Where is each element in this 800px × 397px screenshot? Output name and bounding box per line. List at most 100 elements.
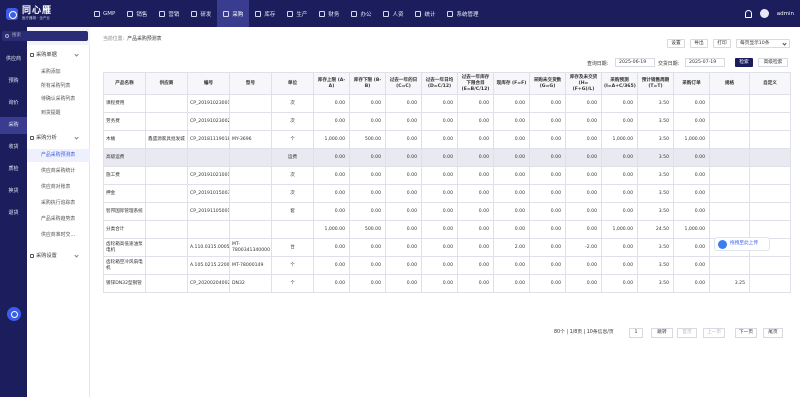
- prev-page-button[interactable]: 上一页: [703, 328, 725, 338]
- topnav-item-10[interactable]: 统计: [409, 0, 441, 27]
- advanced-search-button[interactable]: 高级检索: [758, 58, 788, 67]
- sidebar-item-1[interactable]: 预购: [0, 73, 27, 90]
- column-header[interactable]: 采购预测 (I=A+C/365): [601, 72, 638, 95]
- submenu-item[interactable]: 产品采购趋势表: [27, 213, 90, 226]
- topnav-item-8[interactable]: 办公: [345, 0, 377, 27]
- export-button[interactable]: 导出: [690, 39, 708, 48]
- topnav-item-4[interactable]: 采购: [217, 0, 250, 27]
- table-cell: 0.00: [421, 202, 458, 221]
- query-date-input[interactable]: 2025-06-19: [615, 58, 655, 67]
- column-header[interactable]: 产品名称: [103, 72, 146, 95]
- topnav-item-0[interactable]: GMP: [88, 0, 121, 27]
- topnav-item-6[interactable]: 生产: [281, 0, 313, 27]
- sidebar-item-0[interactable]: 供应商: [0, 51, 27, 68]
- sidebar-item-6[interactable]: 换货: [0, 183, 27, 200]
- table-cell: 0.00: [313, 112, 350, 131]
- column-header[interactable]: 库存上限 (A-A): [313, 72, 350, 95]
- sidebar-item-7[interactable]: 退货: [0, 205, 27, 222]
- column-header[interactable]: 库存及未交货 (H=(F+G)/L): [565, 72, 602, 95]
- table-cell: [749, 202, 791, 221]
- table-cell: 0.00: [421, 220, 458, 239]
- submenu-item[interactable]: 到货提醒: [27, 107, 90, 120]
- bell-icon[interactable]: [744, 9, 752, 18]
- table-cell: 0.00: [673, 238, 710, 257]
- table-row[interactable]: 分类合计 1,000.00 500.00 0.00 0.00 0.00 0.00 0.00 0.…: [103, 220, 791, 239]
- table-cell: CP_20200204002: [187, 274, 230, 293]
- submenu-item[interactable]: 所有采购列表: [27, 80, 90, 93]
- topnav-item-9[interactable]: 人资: [377, 0, 409, 27]
- table-row[interactable]: 高级运费 运费 0.00 0.00 0.00 0.00 0.00 0.00 0.00 0.00 0.…: [103, 148, 791, 167]
- brand-name: 同心雁: [22, 6, 53, 16]
- submenu-item[interactable]: 采购添加: [27, 66, 90, 79]
- column-header[interactable]: 规格: [709, 72, 750, 95]
- table-row[interactable]: 齿轮箱高低速油泵电机 A.110.0315.00055 MT-78003413400…: [103, 238, 791, 257]
- submenu-item[interactable]: 待确认采购列表: [27, 93, 90, 106]
- table-row[interactable]: 木桶 鑫盛源家具批发城 CP_20181119018 MY-3696 个 1,000.00…: [103, 130, 791, 149]
- column-header[interactable]: 过去一年的日 (C=C): [385, 72, 422, 95]
- column-header[interactable]: 过去一年库存下限合目 (E=B/C/12): [457, 72, 494, 95]
- nav-icon: [191, 10, 198, 17]
- topnav-item-2[interactable]: 营销: [153, 0, 185, 27]
- table-cell: [709, 166, 750, 185]
- delivery-date-label: 交货日期:: [658, 61, 680, 67]
- table-row[interactable]: 课程费用 CP_20191023001 次 0.00 0.00 0.00 0.00 0.00 0…: [103, 94, 791, 113]
- jump-button[interactable]: 跳转: [651, 328, 673, 338]
- column-header[interactable]: 自定义: [749, 72, 791, 95]
- avatar[interactable]: [759, 9, 769, 18]
- table-cell: [187, 220, 230, 239]
- topnav-item-7[interactable]: 财务: [313, 0, 345, 27]
- column-header[interactable]: 采购订单: [673, 72, 710, 95]
- topnav-item-3[interactable]: 研发: [185, 0, 217, 27]
- search-button[interactable]: 检索: [735, 58, 753, 67]
- cloud-upload-icon: [718, 240, 727, 249]
- username[interactable]: admin: [777, 11, 794, 17]
- table-row[interactable]: 劳务费 CP_20191023002 次 0.00 0.00 0.00 0.00 0.00 0.…: [103, 112, 791, 131]
- upload-float-button[interactable]: 拖拽至此上传: [714, 237, 770, 251]
- table-row[interactable]: 智邦国际管理系统 CP_20191105001 套 0.00 0.00 0.00 0.00 0…: [103, 202, 791, 221]
- sidebar-search-input[interactable]: 搜索: [2, 31, 88, 41]
- nav-icon: [94, 10, 100, 17]
- table-cell: 2.00: [493, 238, 530, 257]
- page-size-select[interactable]: 每页显示10条: [736, 39, 790, 48]
- submenu-item[interactable]: 产品采购预测表: [27, 149, 90, 162]
- print-button[interactable]: 打印: [713, 39, 731, 48]
- table-row[interactable]: 齿轮箱空冷风扇电机 A.105.0215.22007 MT-78000149 个 0.0…: [103, 256, 791, 275]
- table-row[interactable]: 施工费 CP_20191021001 次 0.00 0.00 0.00 0.00 0.00 0.…: [103, 166, 791, 185]
- submenu-group-analysis[interactable]: 采购分析: [27, 132, 90, 144]
- column-header[interactable]: 供应商: [145, 72, 188, 95]
- column-header[interactable]: 现库存 (F=F): [493, 72, 530, 95]
- sidebar-item-4[interactable]: 收货: [0, 139, 27, 156]
- next-page-button[interactable]: 下一页: [735, 328, 757, 338]
- page-number-input[interactable]: 1: [629, 328, 643, 338]
- column-header[interactable]: 预计销售周期 (T=T): [637, 72, 674, 95]
- column-header[interactable]: 型号: [229, 72, 272, 95]
- sidebar-item-5[interactable]: 质检: [0, 161, 27, 178]
- column-header[interactable]: 采购未交货数 (G=G): [529, 72, 566, 95]
- column-header[interactable]: 编号: [187, 72, 230, 95]
- table-row[interactable]: 押金 CP_20191015003 次 0.00 0.00 0.00 0.00 0.00 0.0…: [103, 184, 791, 203]
- sidebar-item-2[interactable]: 询价: [0, 95, 27, 112]
- submenu-item[interactable]: 采购执行追踪表: [27, 197, 90, 210]
- topnav-item-5[interactable]: 库存: [249, 0, 281, 27]
- submenu-group-settings[interactable]: 采购设置: [27, 250, 90, 262]
- submenu-item[interactable]: 供应商采购统计: [27, 165, 90, 178]
- delivery-date-input[interactable]: 2025-07-19: [685, 58, 725, 67]
- submenu-item[interactable]: 供应商对账表: [27, 181, 90, 194]
- first-page-button[interactable]: 首页: [677, 328, 697, 338]
- settings-button[interactable]: 设置: [667, 39, 685, 48]
- sidebar-item-3[interactable]: 采购: [0, 117, 27, 134]
- topnav-item-11[interactable]: 系统管理: [441, 0, 484, 27]
- last-page-button[interactable]: 尾页: [763, 328, 783, 338]
- help-icon[interactable]: [7, 307, 21, 321]
- table-cell: 齿轮箱高低速油泵电机: [103, 238, 146, 257]
- table-cell: 0.00: [421, 94, 458, 113]
- column-header[interactable]: 过去一年日均 (D=C/12): [421, 72, 458, 95]
- brand-logo[interactable]: 同心雁 医疗器械 · 全产业: [0, 6, 88, 21]
- topnav-item-1[interactable]: 销售: [121, 0, 153, 27]
- column-header[interactable]: 库存下限 (B-B): [349, 72, 386, 95]
- column-header[interactable]: 单位: [271, 72, 314, 95]
- submenu-item[interactable]: 供应商准时交...: [27, 229, 90, 242]
- submenu-group-orders[interactable]: 采购单据: [27, 49, 90, 61]
- table-row[interactable]: 镀锌DN32型钢管 CP_20200204002 DN32 个 0.00 0.00 0.00…: [103, 274, 791, 293]
- pager-summary: 80个 | 1/8页 | 10条信息/页: [554, 330, 614, 335]
